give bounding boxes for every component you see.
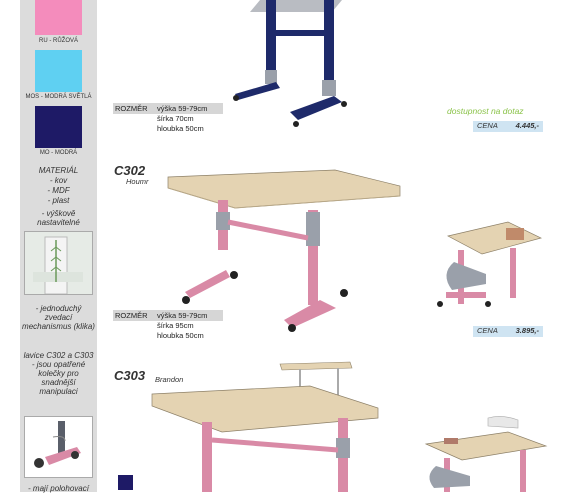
size-title: ROZMĚR [115, 311, 148, 320]
swatch-caption: MO - MODRÁ [39, 150, 78, 156]
swatch-light-blue [35, 50, 82, 92]
price-label: CENA [477, 326, 498, 335]
c303-set-image [424, 416, 548, 492]
size-width: šírka 95cm [157, 321, 194, 330]
size-width: šírka 70cm [157, 114, 194, 123]
size-title: ROZMĚR [115, 104, 148, 113]
price-value: 4.445,- [515, 121, 539, 130]
size-depth: hloubka 50cm [157, 331, 204, 340]
material-item: - MDF [47, 186, 70, 195]
material-item: - plast [47, 196, 70, 205]
size-height: výška 59-79cm [157, 104, 208, 113]
swatch-pink [35, 0, 82, 35]
product-code: C302 [114, 163, 146, 178]
mechanism-illustration [25, 232, 92, 294]
mechanism-photo [24, 231, 93, 295]
availability-text: dostupnost na dotaz [447, 106, 524, 116]
c302-set-image [437, 221, 542, 307]
caster-illustration [34, 421, 81, 468]
c303-desk-image [151, 361, 379, 492]
price-box: CENA 3.895,- [473, 326, 543, 337]
product-area: ROZMĚR výška 59-79cm šírka 70cm hloubka … [110, 0, 562, 492]
swatch-navy [35, 106, 82, 148]
adjustable-text: - výškově nastavitelné [37, 209, 80, 227]
material-item: - kov [49, 176, 68, 185]
mechanism-text: - jednoduchý zvedací mechanismus (klika) [22, 304, 95, 331]
size-height: výška 59-79cm [157, 311, 208, 320]
price-box: CENA 4.445,- [473, 121, 543, 132]
swatch-caption: RU - RŮŽOVÁ [39, 38, 78, 44]
sidebar: RU - RŮŽOVÁ MOS - MODRÁ SVĚTLÁ MO - MODR… [20, 0, 97, 493]
swatch-caption: MOS - MODRÁ SVĚTLÁ [25, 94, 92, 100]
size-depth: hloubka 50cm [157, 124, 204, 133]
navy-color-chip [118, 475, 133, 490]
price-value: 3.895,- [515, 326, 539, 335]
product-name: Houmr [126, 177, 149, 186]
caster-photo [24, 416, 93, 478]
product-code: C303 [114, 368, 146, 383]
price-label: CENA [477, 121, 498, 130]
casters-text: lavice C302 a C303 - jsou opatřené koleč… [23, 351, 94, 396]
material-title: MATERIÁL [38, 166, 79, 175]
